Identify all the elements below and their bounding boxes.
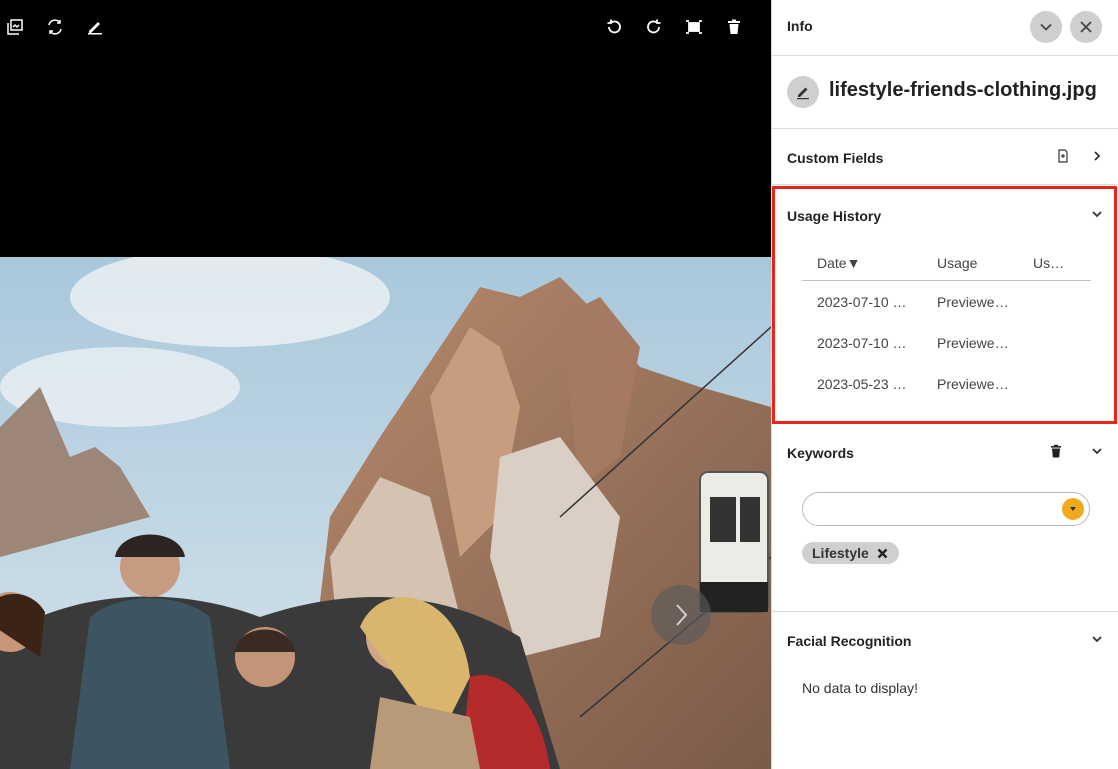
custom-fields-section[interactable]: Custom Fields — [772, 129, 1118, 185]
chevron-down-icon[interactable] — [1088, 630, 1106, 648]
table-row: 2023-05-23 … Previewe… — [802, 363, 1091, 404]
column-usage[interactable]: Usage — [937, 255, 977, 271]
image-viewer — [0, 0, 771, 769]
custom-fields-title: Custom Fields — [787, 150, 884, 166]
table-row: 2023-07-10 … Previewe… — [802, 281, 1091, 322]
file-name: lifestyle-friends-clothing.jpg — [829, 79, 1097, 101]
keywords-title: Keywords — [787, 445, 854, 461]
file-name-row: lifestyle-friends-clothing.jpg — [772, 56, 1118, 129]
row-usage: Previewe… — [937, 376, 1009, 392]
chevron-right-icon[interactable] — [1088, 147, 1106, 165]
crop-icon[interactable] — [681, 14, 707, 40]
row-date: 2023-05-23 … — [817, 376, 907, 392]
document-icon[interactable] — [1054, 147, 1072, 165]
info-panel: Info lifestyle-friends-clothing.jpg Cust… — [771, 0, 1118, 769]
facial-recognition-title: Facial Recognition — [787, 633, 912, 649]
usage-history-table: Date▼ Usage Us… 2023-07-10 … Previewe… 2… — [802, 248, 1091, 404]
trash-icon[interactable] — [721, 14, 747, 40]
row-usage: Previewe… — [937, 335, 1009, 351]
keyword-dropdown-button[interactable] — [1062, 498, 1084, 520]
chevron-down-icon — [1040, 23, 1052, 31]
column-date[interactable]: Date▼ — [817, 255, 860, 271]
collapse-panel-button[interactable] — [1030, 11, 1062, 43]
column-user[interactable]: Us… — [1033, 255, 1064, 271]
gallery-icon[interactable] — [2, 14, 28, 40]
chevron-right-icon — [676, 604, 688, 626]
keyword-input[interactable] — [802, 492, 1090, 526]
rotate-left-icon[interactable] — [601, 14, 627, 40]
chevron-down-icon[interactable] — [1088, 442, 1106, 460]
empty-state-text: No data to display! — [802, 680, 918, 696]
usage-history-title: Usage History — [787, 208, 882, 224]
caret-down-icon — [1070, 507, 1076, 511]
panel-title: Info — [787, 18, 813, 34]
preview-image — [0, 257, 771, 769]
close-icon — [1080, 21, 1092, 33]
table-row: 2023-07-10 … Previewe… — [802, 322, 1091, 363]
pencil-icon — [797, 87, 809, 100]
keyword-chip[interactable]: Lifestyle — [802, 542, 899, 564]
panel-header: Info — [772, 0, 1118, 56]
row-date: 2023-07-10 … — [817, 294, 907, 310]
chevron-down-icon[interactable] — [1088, 205, 1106, 223]
row-usage: Previewe… — [937, 294, 1009, 310]
edit-icon[interactable] — [82, 14, 108, 40]
trash-icon[interactable] — [1047, 442, 1065, 460]
rename-button[interactable] — [787, 76, 819, 108]
keyword-chip-label: Lifestyle — [812, 545, 869, 561]
table-header: Date▼ Usage Us… — [802, 248, 1091, 281]
rotate-right-icon[interactable] — [641, 14, 667, 40]
swap-icon[interactable] — [42, 14, 68, 40]
close-panel-button[interactable] — [1070, 11, 1102, 43]
row-date: 2023-07-10 … — [817, 335, 907, 351]
remove-keyword-icon[interactable] — [877, 547, 889, 559]
next-image-button[interactable] — [651, 585, 711, 645]
